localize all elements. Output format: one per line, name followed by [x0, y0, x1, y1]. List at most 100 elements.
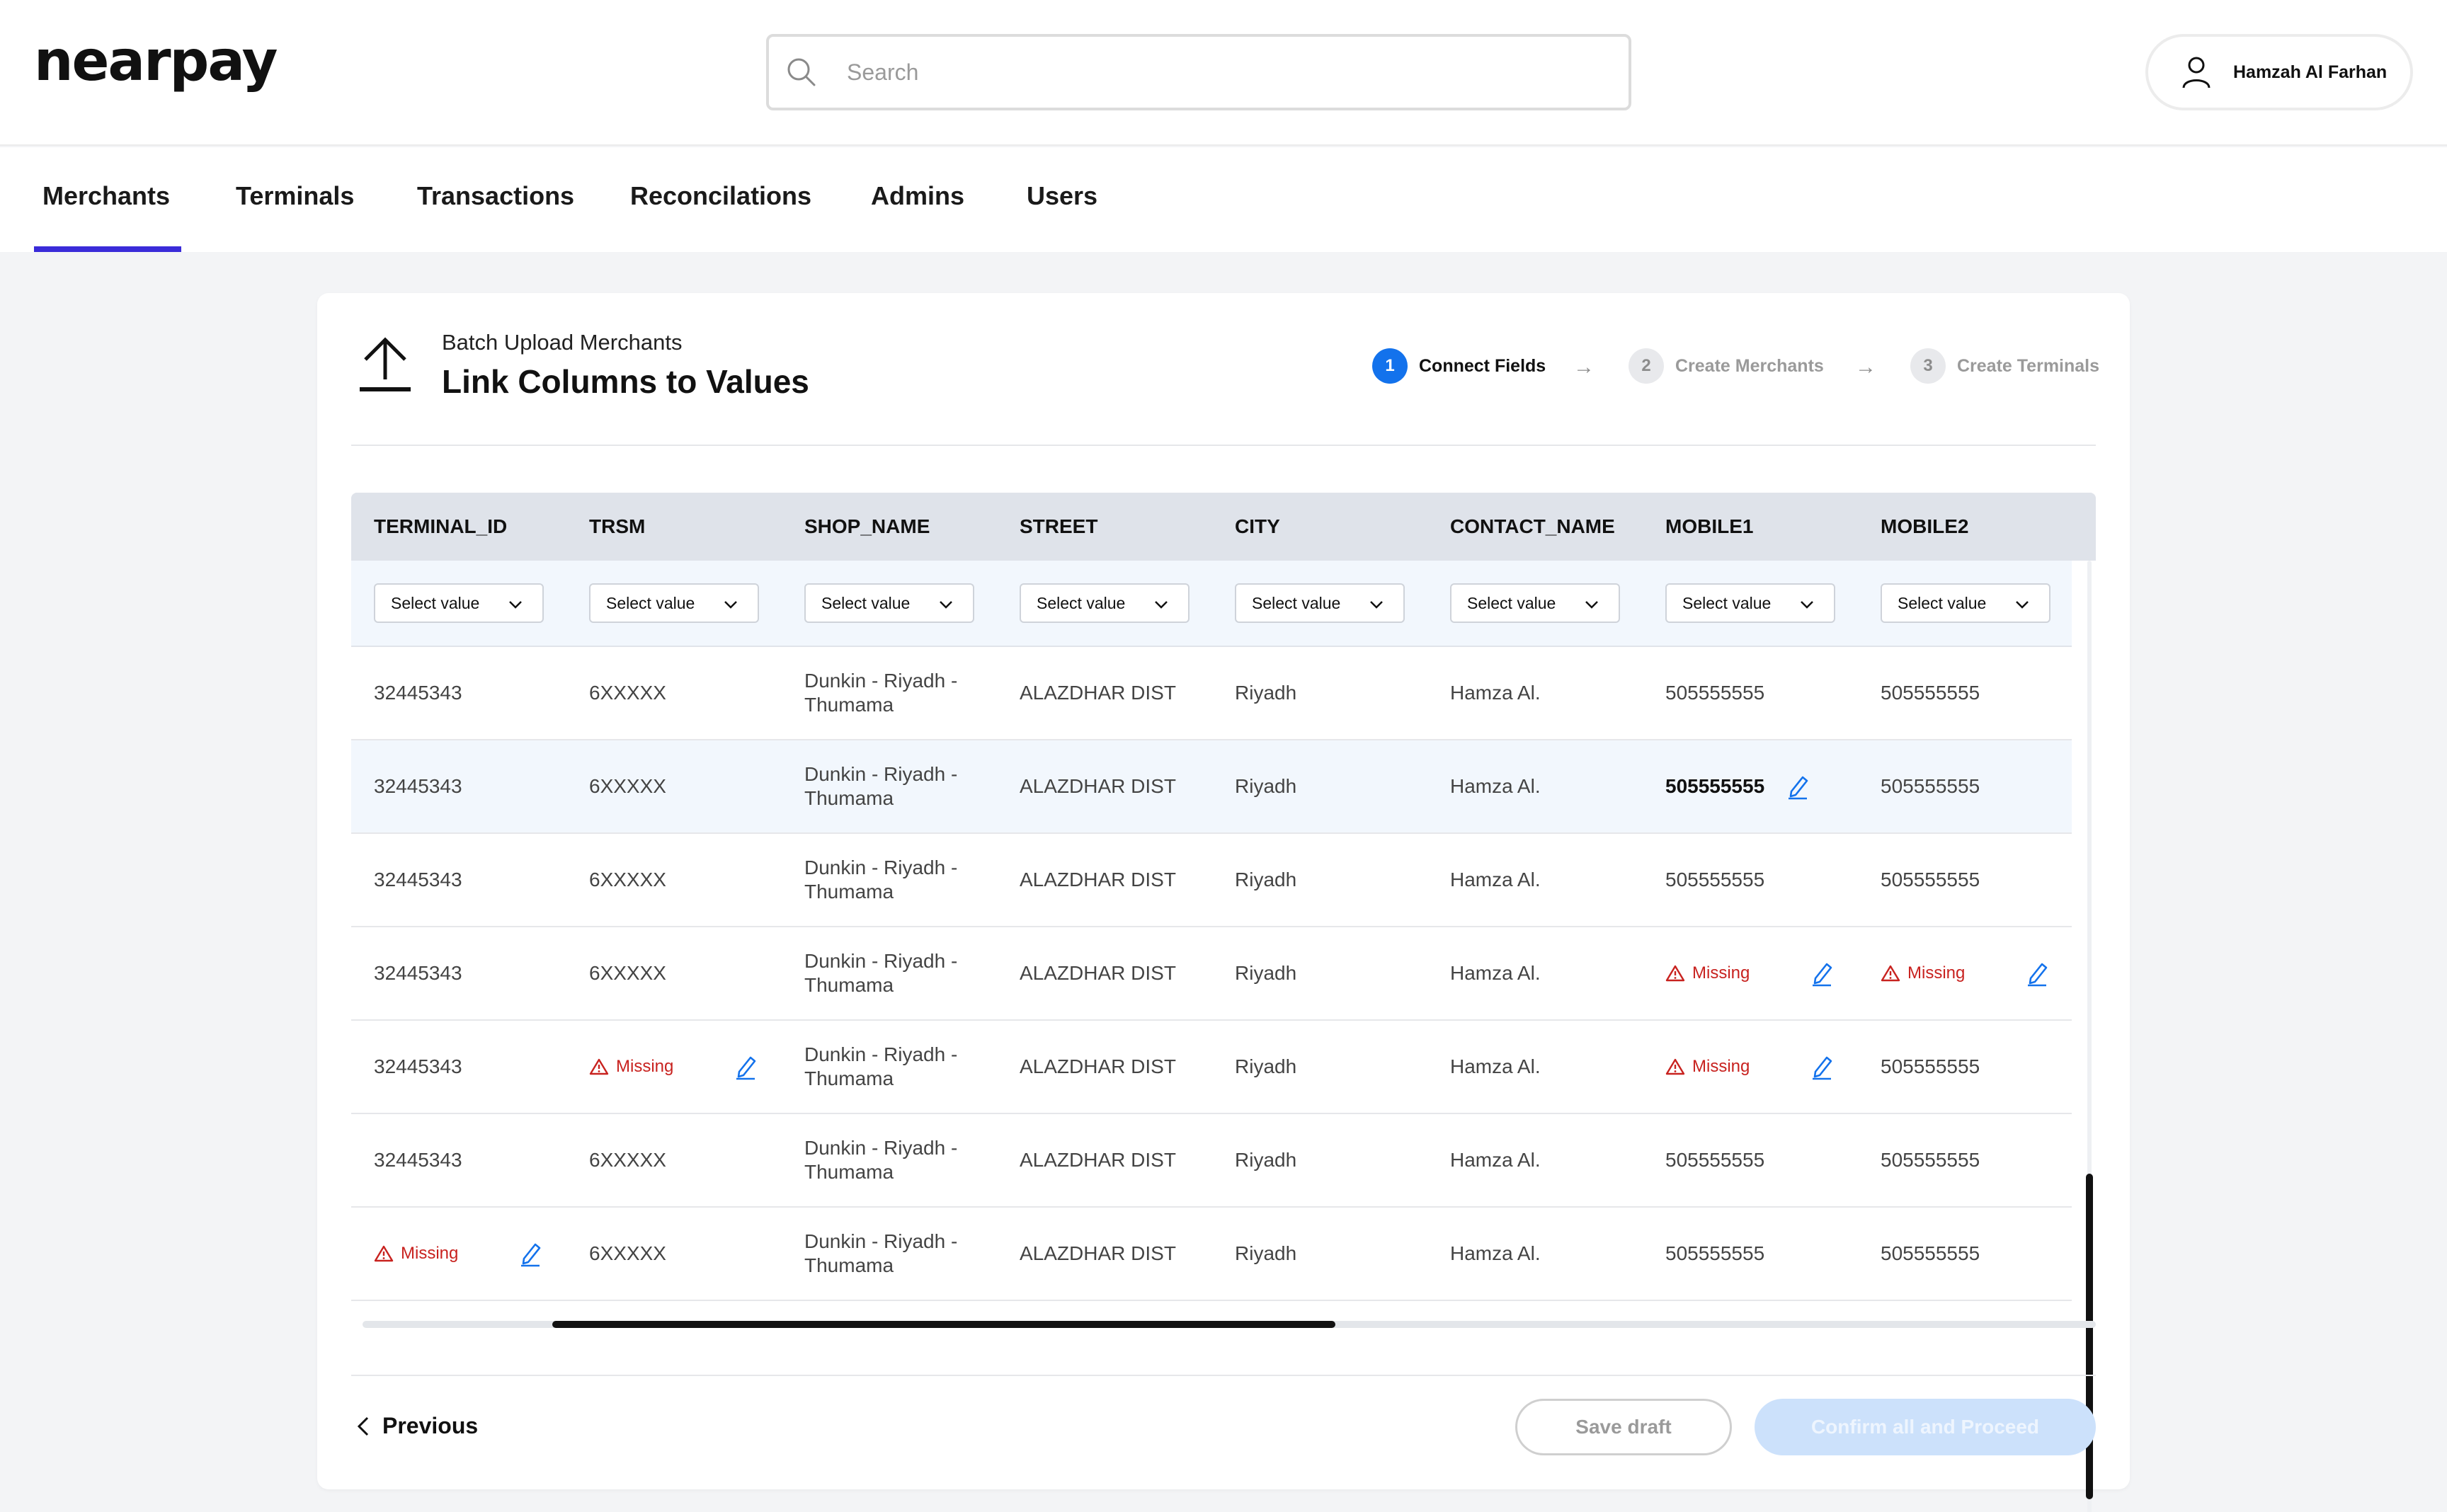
select-trsm[interactable]: Select value: [589, 583, 759, 623]
cell-mobile1: 505555555: [1665, 834, 1871, 926]
missing-badge: Missing: [374, 1242, 458, 1266]
select-street[interactable]: Select value: [1020, 583, 1190, 623]
select-city[interactable]: Select value: [1235, 583, 1405, 623]
top-bar: nearpay Hamzah Al Farhan: [0, 0, 2447, 146]
missing-label: Missing: [1907, 963, 1966, 983]
cell-value: Dunkin - Riyadh - Thumama: [804, 763, 958, 809]
nav-admins[interactable]: Admins: [871, 181, 964, 211]
cell-street: ALAZDHAR DIST: [1020, 927, 1225, 1019]
search-input[interactable]: [847, 37, 1612, 108]
cell-value: ALAZDHAR DIST: [1020, 1055, 1176, 1077]
cell-terminal-id: 32445343: [374, 834, 579, 926]
cell-city: Riyadh: [1235, 927, 1440, 1019]
step-label: Create Terminals: [1957, 355, 2100, 376]
cell-value: 505555555: [1881, 1149, 1980, 1171]
edit-button[interactable]: [1810, 1053, 1834, 1086]
chevron-down-icon: [1801, 601, 1813, 609]
table-row[interactable]: Missing 6XXXXX Dunkin - Riyadh - Thumama AL…: [351, 1208, 2072, 1301]
nearpay-logo[interactable]: nearpay: [34, 34, 278, 89]
column-mapping-row: Select value Select value Select value Sele…: [351, 561, 2072, 647]
select-mobile1[interactable]: Select value: [1665, 583, 1835, 623]
edit-button[interactable]: [734, 1053, 758, 1086]
nav-users[interactable]: Users: [1027, 181, 1097, 211]
nav-transactions[interactable]: Transactions: [417, 181, 574, 211]
cell-trsm: 6XXXXX: [589, 1208, 794, 1300]
column-header: TRSM: [589, 515, 646, 537]
cell-terminal-id: 32445343: [374, 647, 579, 739]
previous-button[interactable]: Previous: [357, 1413, 478, 1439]
cell-value: Dunkin - Riyadh - Thumama: [804, 1137, 958, 1183]
select-terminal-id[interactable]: Select value: [374, 583, 544, 623]
table-row[interactable]: 32445343 6XXXXX Dunkin - Riyadh - Thumama A…: [351, 927, 2072, 1021]
edit-button[interactable]: [1810, 960, 1834, 992]
search-box[interactable]: [766, 34, 1631, 110]
warning-icon: [1881, 965, 1900, 982]
select-shop-name[interactable]: Select value: [804, 583, 974, 623]
horizontal-scrollbar-thumb[interactable]: [552, 1321, 1335, 1328]
confirm-proceed-button[interactable]: Confirm all and Proceed: [1755, 1399, 2096, 1455]
cell-value: 32445343: [374, 962, 462, 984]
select-mobile2[interactable]: Select value: [1881, 583, 2050, 623]
previous-label: Previous: [382, 1413, 479, 1438]
select-value-label: Select value: [1037, 593, 1126, 612]
footer-divider: [351, 1375, 2096, 1376]
cell-value: Hamza Al.: [1450, 962, 1541, 984]
edit-button[interactable]: [1786, 773, 1810, 806]
cell-value: Hamza Al.: [1450, 775, 1541, 797]
table-row[interactable]: 32445343 6XXXXX Dunkin - Riyadh - Thumama A…: [351, 834, 2072, 927]
table-row[interactable]: 32445343 6XXXXX Dunkin - Riyadh - Thumama A…: [351, 647, 2072, 740]
step-create-merchants[interactable]: 2 Create Merchants: [1629, 348, 1824, 384]
step-label: Create Merchants: [1675, 355, 1824, 376]
cell-value: ALAZDHAR DIST: [1020, 682, 1176, 704]
cell-value: 32445343: [374, 682, 462, 704]
cell-value: 505555555: [1665, 869, 1765, 890]
column-header: SHOP_NAME: [804, 515, 930, 537]
user-menu[interactable]: Hamzah Al Farhan: [2145, 34, 2413, 110]
step-number: 2: [1629, 348, 1664, 384]
cell-value: Riyadh: [1235, 869, 1297, 890]
cell-contact-name: Hamza Al.: [1450, 927, 1655, 1019]
cell-value: 6XXXXX: [589, 682, 666, 704]
save-draft-button[interactable]: Save draft: [1515, 1399, 1732, 1455]
nav-merchants[interactable]: Merchants: [42, 181, 170, 211]
cell-terminal-id: Missing: [374, 1208, 579, 1300]
cell-shop-name: Dunkin - Riyadh - Thumama: [804, 740, 988, 832]
cell-value: 32445343: [374, 775, 462, 797]
cell-contact-name: Hamza Al.: [1450, 1114, 1655, 1206]
cell-value: 32445343: [374, 869, 462, 890]
cell-value: Dunkin - Riyadh - Thumama: [804, 950, 958, 996]
vertical-scrollbar-thumb[interactable]: [2086, 1174, 2093, 1499]
step-connect-fields[interactable]: 1 Connect Fields: [1372, 348, 1546, 384]
chevron-down-icon: [940, 601, 952, 609]
step-create-terminals[interactable]: 3 Create Terminals: [1910, 348, 2099, 384]
batch-upload-card: Batch Upload Merchants Link Columns to V…: [317, 293, 2130, 1512]
select-contact-name[interactable]: Select value: [1450, 583, 1620, 623]
cell-shop-name: Dunkin - Riyadh - Thumama: [804, 834, 988, 926]
cell-value: Hamza Al.: [1450, 1055, 1541, 1077]
cell-value: 505555555: [1881, 1055, 1980, 1077]
column-header: STREET: [1020, 515, 1098, 537]
cell-value: 505555555: [1665, 1242, 1765, 1264]
column-header: TERMINAL_ID: [374, 515, 508, 537]
cell-value: 6XXXXX: [589, 1242, 666, 1264]
missing-label: Missing: [1692, 963, 1750, 983]
cell-trsm: Missing: [589, 1021, 794, 1113]
cell-contact-name: Hamza Al.: [1450, 1208, 1655, 1300]
cell-value[interactable]: 505555555: [1665, 774, 1764, 798]
cell-value: Hamza Al.: [1450, 869, 1541, 890]
cell-mobile1: Missing: [1665, 1021, 1871, 1113]
cell-value: Dunkin - Riyadh - Thumama: [804, 857, 958, 903]
main-nav: Merchants Terminals Transactions Reconci…: [0, 147, 2447, 252]
column-header: MOBILE1: [1665, 515, 1754, 537]
edit-button[interactable]: [518, 1240, 542, 1273]
user-name: Hamzah Al Farhan: [2233, 62, 2388, 82]
cell-mobile1: 505555555: [1665, 647, 1871, 739]
cell-street: ALAZDHAR DIST: [1020, 1208, 1225, 1300]
nav-reconcilations[interactable]: Reconcilations: [630, 181, 811, 211]
edit-button[interactable]: [2025, 960, 2049, 992]
table-row[interactable]: 32445343 6XXXXX Dunkin - Riyadh - Thumama A…: [351, 740, 2072, 834]
table-row[interactable]: 32445343 Missing Dunkin - Riyadh - Thumama…: [351, 1021, 2072, 1114]
missing-label: Missing: [1692, 1057, 1750, 1076]
table-row[interactable]: 32445343 6XXXXX Dunkin - Riyadh - Thumama A…: [351, 1114, 2072, 1208]
nav-terminals[interactable]: Terminals: [236, 181, 354, 211]
